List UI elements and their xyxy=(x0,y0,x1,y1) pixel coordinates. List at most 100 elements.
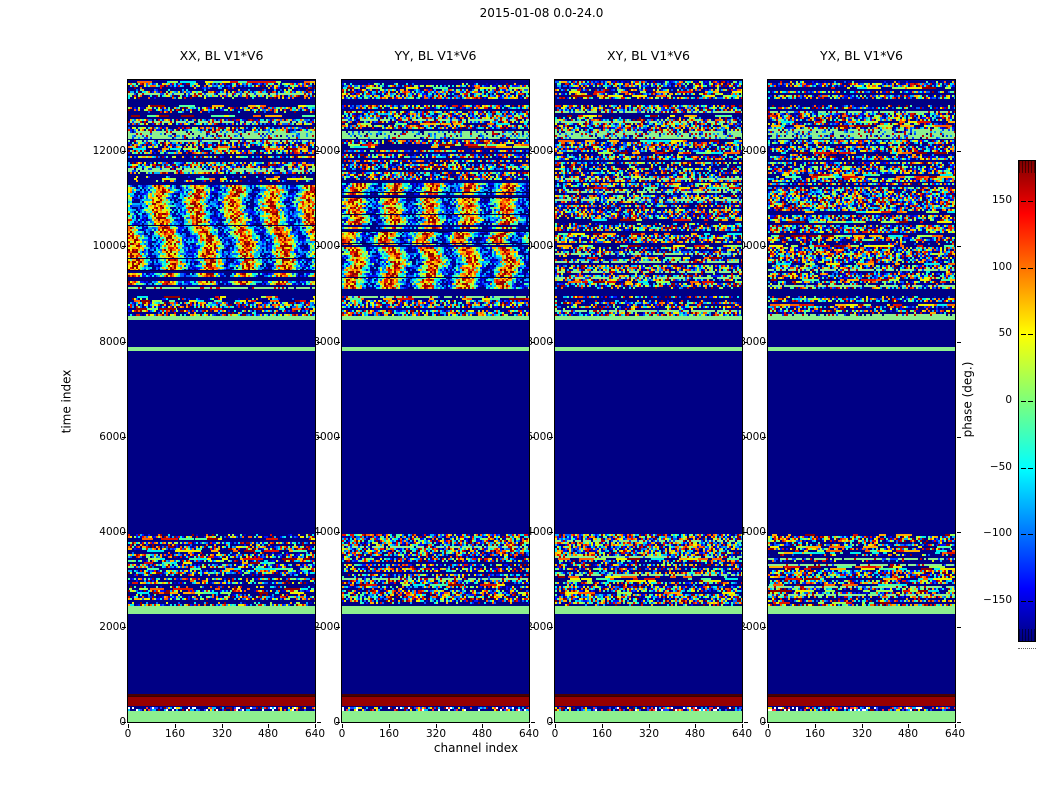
y-tick-mark xyxy=(336,246,340,247)
x-tick-label: 160 xyxy=(164,728,186,740)
colorbar-tick-label: 100 xyxy=(991,261,1012,273)
y-tick-mark xyxy=(122,246,126,247)
colorbar-tick-mark xyxy=(1028,334,1033,335)
x-tick-mark xyxy=(695,724,696,728)
x-tick-label: 0 xyxy=(338,728,346,740)
x-tick-mark xyxy=(649,724,650,728)
y-tick-mark xyxy=(957,342,961,343)
y-tick-mark xyxy=(122,151,126,152)
panel-title: XX, BL V1*V6 xyxy=(179,48,264,63)
x-tick-label: 0 xyxy=(551,728,559,740)
panel-plot xyxy=(554,79,743,723)
figure-title: 2015-01-08 0.0-24.0 xyxy=(479,6,604,20)
x-tick-label: 640 xyxy=(944,728,966,740)
colorbar-tick-label: 50 xyxy=(998,327,1012,339)
panel-plot xyxy=(341,79,530,723)
colorbar xyxy=(1018,160,1036,642)
x-tick-label: 480 xyxy=(684,728,706,740)
y-tick-label: 10000 xyxy=(92,240,126,252)
y-tick-mark xyxy=(762,722,766,723)
y-tick-mark xyxy=(531,437,535,438)
x-tick-label: 480 xyxy=(897,728,919,740)
x-tick-mark xyxy=(389,724,390,728)
y-tick-mark xyxy=(317,246,321,247)
y-tick-mark xyxy=(317,151,321,152)
y-tick-mark xyxy=(531,627,535,628)
y-tick-mark xyxy=(549,246,553,247)
x-tick-mark xyxy=(955,724,956,728)
y-tick-mark xyxy=(744,342,748,343)
colorbar-tick-mark xyxy=(1028,201,1033,202)
y-tick-mark xyxy=(957,532,961,533)
y-tick-mark xyxy=(317,532,321,533)
x-tick-label: 320 xyxy=(425,728,447,740)
colorbar-bottom-dots xyxy=(1018,648,1036,650)
y-tick-mark xyxy=(317,627,321,628)
x-tick-mark xyxy=(815,724,816,728)
y-tick-mark xyxy=(531,342,535,343)
colorbar-tick-mark xyxy=(1021,601,1026,602)
y-tick-mark xyxy=(336,437,340,438)
colorbar-top-hatch xyxy=(1019,161,1035,173)
y-tick-mark xyxy=(549,627,553,628)
y-tick-mark xyxy=(762,627,766,628)
colorbar-tick-mark xyxy=(1021,334,1026,335)
x-axis-label: channel index xyxy=(433,741,519,755)
y-tick-mark xyxy=(531,722,535,723)
y-tick-mark xyxy=(957,437,961,438)
y-tick-mark xyxy=(317,437,321,438)
colorbar-tick-label: 0 xyxy=(1005,394,1012,406)
y-tick-mark xyxy=(122,532,126,533)
x-tick-label: 0 xyxy=(124,728,132,740)
y-tick-mark xyxy=(122,722,126,723)
y-tick-mark xyxy=(336,722,340,723)
x-tick-mark xyxy=(602,724,603,728)
x-tick-label: 160 xyxy=(591,728,613,740)
colorbar-tick-mark xyxy=(1028,534,1033,535)
x-tick-mark xyxy=(742,724,743,728)
panel-canvas xyxy=(342,80,529,722)
x-tick-label: 480 xyxy=(471,728,493,740)
x-tick-mark xyxy=(342,724,343,728)
y-tick-label: 2000 xyxy=(99,621,126,633)
x-tick-mark xyxy=(862,724,863,728)
y-tick-mark xyxy=(744,532,748,533)
y-tick-mark xyxy=(549,437,553,438)
y-tick-mark xyxy=(744,151,748,152)
x-tick-label: 480 xyxy=(257,728,279,740)
x-tick-mark xyxy=(482,724,483,728)
y-tick-mark xyxy=(762,246,766,247)
y-tick-mark xyxy=(336,151,340,152)
y-tick-mark xyxy=(531,151,535,152)
x-tick-label: 320 xyxy=(851,728,873,740)
y-tick-mark xyxy=(549,722,553,723)
colorbar-tick-mark xyxy=(1028,401,1033,402)
y-tick-mark xyxy=(531,532,535,533)
x-tick-label: 320 xyxy=(211,728,233,740)
y-tick-mark xyxy=(762,342,766,343)
y-tick-label: 12000 xyxy=(92,145,126,157)
y-tick-mark xyxy=(549,532,553,533)
colorbar-tick-mark xyxy=(1021,201,1026,202)
y-tick-mark xyxy=(317,722,321,723)
y-tick-mark xyxy=(122,627,126,628)
x-tick-label: 320 xyxy=(638,728,660,740)
panel-title: YX, BL V1*V6 xyxy=(820,48,903,63)
y-tick-mark xyxy=(531,246,535,247)
y-tick-mark xyxy=(336,532,340,533)
x-tick-label: 0 xyxy=(764,728,772,740)
y-tick-mark xyxy=(957,151,961,152)
y-tick-mark xyxy=(122,437,126,438)
colorbar-tick-mark xyxy=(1021,468,1026,469)
y-axis-label: time index xyxy=(59,369,74,434)
x-tick-mark xyxy=(768,724,769,728)
x-tick-mark xyxy=(222,724,223,728)
y-tick-mark xyxy=(744,722,748,723)
x-tick-mark xyxy=(436,724,437,728)
y-tick-mark xyxy=(957,627,961,628)
x-tick-mark xyxy=(908,724,909,728)
y-tick-mark xyxy=(762,437,766,438)
y-tick-mark xyxy=(336,342,340,343)
colorbar-tick-mark xyxy=(1028,468,1033,469)
colorbar-bottom-hatch xyxy=(1019,629,1035,641)
